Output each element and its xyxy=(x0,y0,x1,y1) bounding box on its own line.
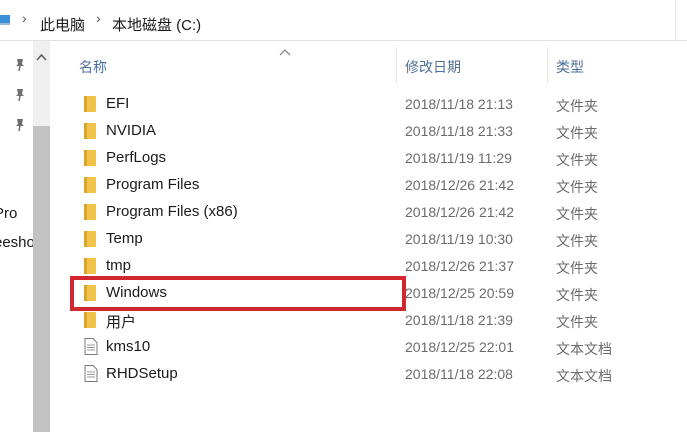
file-row[interactable]: Program Files (x86) 2018/12/26 21:42 文件夹 xyxy=(51,198,687,225)
file-row[interactable]: NVIDIA 2018/11/18 21:33 文件夹 xyxy=(51,117,687,144)
column-modified[interactable]: 修改日期 xyxy=(405,57,461,77)
file-name: EFI xyxy=(106,95,130,112)
text-document-icon xyxy=(84,365,98,382)
column-name[interactable]: 名称 xyxy=(79,57,107,77)
file-modified: 2018/12/25 22:01 xyxy=(405,339,514,355)
navigation-pane: Pro eesho xyxy=(0,41,35,432)
file-name: kms10 xyxy=(106,338,151,355)
breadcrumb-local-disk[interactable]: 本地磁盘 (C:) xyxy=(112,14,201,35)
file-type: 文本文档 xyxy=(556,341,612,357)
folder-icon xyxy=(84,204,96,220)
file-modified: 2018/11/18 21:39 xyxy=(405,312,513,328)
pin-icon[interactable] xyxy=(13,88,27,102)
column-type[interactable]: 类型 xyxy=(556,57,584,77)
file-type: 文件夹 xyxy=(556,98,598,114)
folder-icon xyxy=(84,150,96,166)
file-type: 文件夹 xyxy=(556,206,598,222)
file-type: 文件夹 xyxy=(556,314,598,330)
file-row[interactable]: kms10 2018/12/25 22:01 文本文档 xyxy=(51,333,687,360)
file-row[interactable]: EFI 2018/11/18 21:13 文件夹 xyxy=(51,90,687,117)
file-modified: 2018/11/18 21:13 xyxy=(405,96,513,112)
column-divider[interactable] xyxy=(396,47,397,83)
scroll-up-arrow-icon[interactable] xyxy=(33,48,50,68)
sort-ascending-icon xyxy=(279,49,291,56)
breadcrumb-separator-icon[interactable]: › xyxy=(96,10,101,26)
file-modified: 2018/11/19 11:29 xyxy=(405,150,512,166)
drive-icon xyxy=(0,15,10,25)
file-type: 文件夹 xyxy=(556,260,598,276)
file-name: Program Files xyxy=(106,176,200,193)
file-type: 文件夹 xyxy=(556,152,598,168)
file-row[interactable]: RHDSetup 2018/11/18 22:08 文本文档 xyxy=(51,360,687,387)
breadcrumb-separator-icon[interactable]: › xyxy=(22,10,27,26)
file-type: 文件夹 xyxy=(556,179,598,195)
file-row[interactable]: Temp 2018/11/19 10:30 文件夹 xyxy=(51,225,687,252)
nav-item-partial[interactable]: Pro xyxy=(0,205,17,222)
file-name: 用户 xyxy=(106,314,137,331)
folder-icon xyxy=(84,123,96,139)
column-divider[interactable] xyxy=(547,47,548,83)
folder-icon xyxy=(84,231,96,247)
address-bar[interactable]: › 此电脑 › 本地磁盘 (C:) xyxy=(0,0,687,41)
file-name: PerfLogs xyxy=(106,149,167,166)
file-name: RHDSetup xyxy=(106,365,178,382)
file-modified: 2018/11/19 10:30 xyxy=(405,231,513,247)
file-type: 文本文档 xyxy=(556,368,612,384)
pin-icon[interactable] xyxy=(13,58,27,72)
file-name: Windows xyxy=(106,284,167,301)
file-modified: 2018/11/18 21:33 xyxy=(405,123,513,139)
file-name: Program Files (x86) xyxy=(106,203,238,220)
file-name: NVIDIA xyxy=(106,122,157,139)
file-type: 文件夹 xyxy=(556,287,598,303)
breadcrumb-this-pc[interactable]: 此电脑 xyxy=(40,14,85,35)
file-row[interactable]: 用户 2018/11/18 21:39 文件夹 xyxy=(51,306,687,333)
address-bar-divider xyxy=(675,0,676,40)
file-modified: 2018/12/26 21:37 xyxy=(405,258,514,274)
file-row[interactable]: tmp 2018/12/26 21:37 文件夹 xyxy=(51,252,687,279)
file-row[interactable]: Program Files 2018/12/26 21:42 文件夹 xyxy=(51,171,687,198)
folder-icon xyxy=(84,258,96,274)
file-type: 文件夹 xyxy=(556,125,598,141)
pin-icon[interactable] xyxy=(13,118,27,132)
file-modified: 2018/12/26 21:42 xyxy=(405,177,514,193)
file-row[interactable]: PerfLogs 2018/11/19 11:29 文件夹 xyxy=(51,144,687,171)
file-modified: 2018/12/26 21:42 xyxy=(405,204,514,220)
folder-icon xyxy=(84,312,96,328)
file-name: Temp xyxy=(106,230,143,247)
text-document-icon xyxy=(84,338,98,355)
folder-icon xyxy=(84,285,96,301)
folder-icon xyxy=(84,96,96,112)
file-modified: 2018/11/18 22:08 xyxy=(405,366,513,382)
file-name: tmp xyxy=(106,257,132,274)
nav-item-partial[interactable]: eesho xyxy=(0,234,35,251)
file-modified: 2018/12/25 20:59 xyxy=(405,285,514,301)
nav-scrollbar-thumb[interactable] xyxy=(33,126,50,432)
folder-icon xyxy=(84,177,96,193)
file-type: 文件夹 xyxy=(556,233,598,249)
column-header: 名称 修改日期 类型 xyxy=(51,41,687,91)
file-row[interactable]: Windows 2018/12/25 20:59 文件夹 xyxy=(51,279,687,306)
